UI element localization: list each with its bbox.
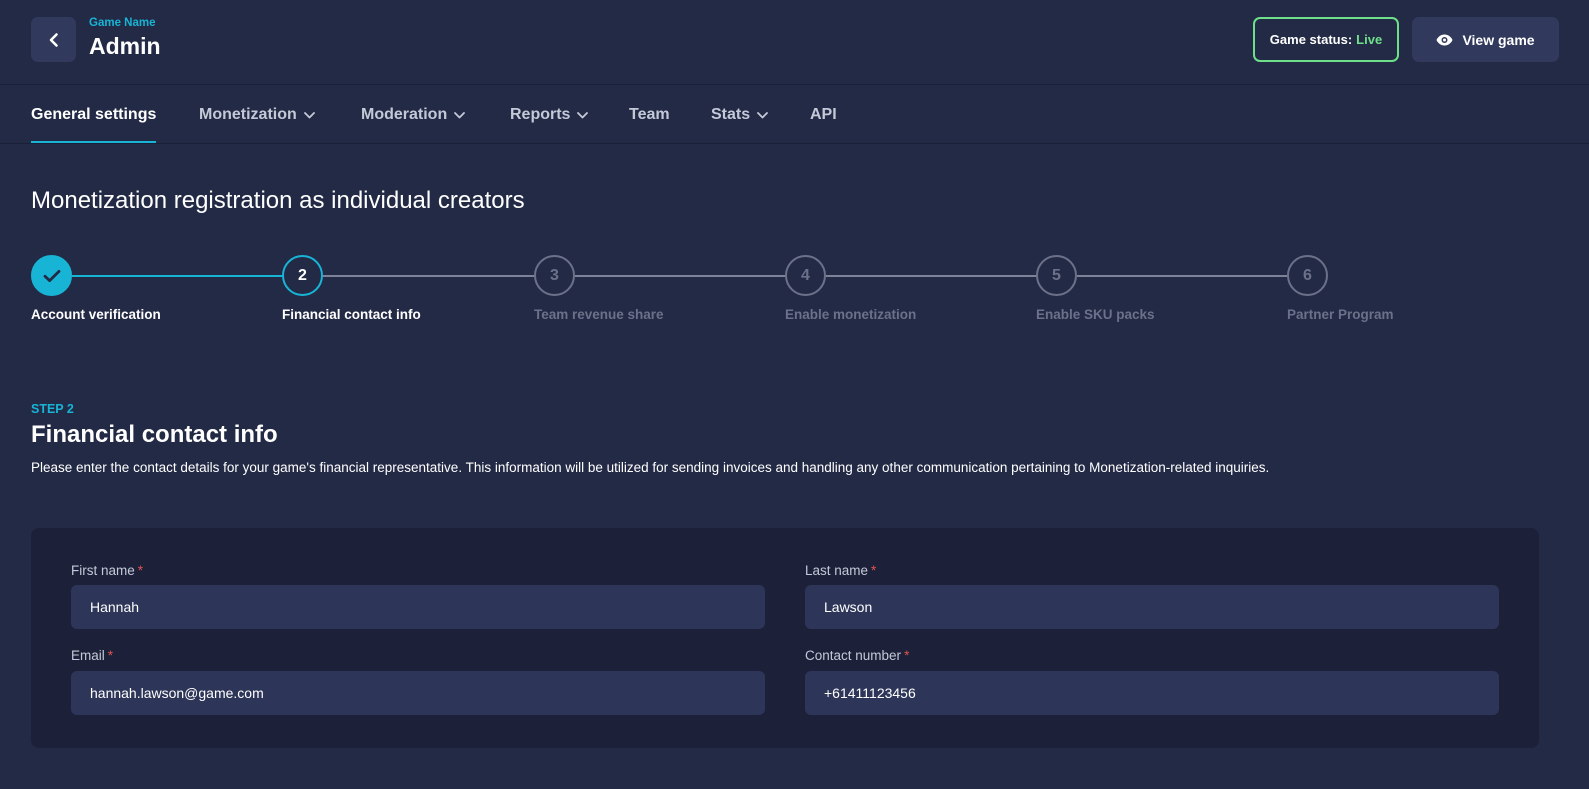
required-mark: * [107,648,114,663]
main-nav: General settings Monetization Moderation… [0,86,1589,144]
financial-contact-form: First name* Last name* Email* Contact nu… [31,528,1539,748]
nav-reports[interactable]: Reports [510,86,589,144]
email-label-text: Email [71,648,105,663]
step-connector [1077,275,1288,277]
step-connector [323,275,535,277]
email-label: Email * [71,648,113,663]
step-3-label: Team revenue share [534,307,664,322]
step-kicker: STEP 2 [31,402,74,416]
nav-item-label: General settings [31,106,157,123]
registration-stepper: 2 3 4 5 6 Account verification Financial… [0,255,1589,335]
nav-item-label: Stats [711,106,751,123]
step-4-label: Enable monetization [785,307,917,322]
chevron-down-icon [303,111,315,118]
chevron-left-icon [49,32,58,47]
page-title: Monetization registration as individual … [31,187,525,214]
nav-item-label: Reports [510,106,571,123]
step-6-circle: 6 [1287,255,1328,296]
step-description: Please enter the contact details for you… [31,460,1270,475]
chevron-down-icon [757,111,769,118]
first-name-input[interactable] [71,585,765,629]
step-2-circle[interactable]: 2 [282,255,323,296]
required-mark: * [904,648,910,663]
step-2-label: Financial contact info [282,307,421,322]
last-name-label-text: Last name [805,563,869,578]
view-game-button[interactable]: View game [1412,17,1559,62]
step-4-circle: 4 [785,255,826,296]
first-name-label: First name * [71,563,143,578]
step-5-label: Enable SKU packs [1036,307,1155,322]
step-3-circle: 3 [534,255,575,296]
step-number: 3 [550,266,559,284]
game-status-badge: Game status: Live [1253,17,1399,62]
back-button[interactable] [31,17,76,62]
game-name-label: Game Name [89,17,156,29]
nav-item-label: Moderation [361,106,448,123]
step-number: 4 [801,266,810,284]
step-number: 5 [1052,266,1061,284]
nav-stats[interactable]: Stats [711,86,769,144]
step-1-circle[interactable] [31,255,72,296]
step-number: 2 [298,266,307,284]
nav-api[interactable]: API [810,86,837,144]
step-connector [575,275,786,277]
chevron-down-icon [454,111,466,118]
step-5-circle: 5 [1036,255,1077,296]
email-input[interactable] [71,671,765,715]
contact-number-input[interactable] [805,671,1499,715]
page-header-title: Admin [89,33,161,59]
eye-icon [1436,34,1453,45]
last-name-label: Last name * [805,563,876,578]
contact-number-label: Contact number * [805,648,909,663]
step-title: Financial contact info [31,421,278,448]
nav-moderation[interactable]: Moderation [361,86,466,144]
step-number: 6 [1303,266,1312,284]
view-game-label: View game [1462,31,1535,48]
nav-item-label: API [810,106,837,123]
checkmark-icon [43,269,60,282]
required-mark: * [871,563,877,578]
step-connector [826,275,1037,277]
last-name-input[interactable] [805,585,1499,629]
game-status-value: Live [1356,32,1383,47]
game-status-label: Game status: [1269,32,1353,47]
chevron-down-icon [577,111,589,118]
nav-item-label: Monetization [199,106,297,123]
step-6-label: Partner Program [1287,307,1394,322]
nav-team[interactable]: Team [629,86,670,144]
top-bar: Game Name Admin Game status: Live View g… [0,0,1589,85]
nav-monetization[interactable]: Monetization [199,86,315,144]
step-connector [72,275,283,277]
contact-number-label-text: Contact number [805,648,902,663]
nav-item-label: Team [629,106,670,123]
step-1-label: Account verification [31,307,161,322]
required-mark: * [137,563,144,578]
nav-general-settings[interactable]: General settings [31,86,157,144]
first-name-label-text: First name [71,563,135,578]
